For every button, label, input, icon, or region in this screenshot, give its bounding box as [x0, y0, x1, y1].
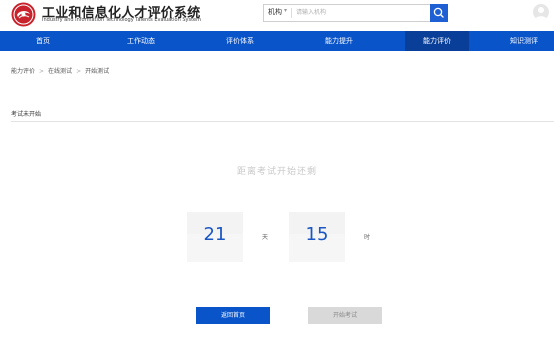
search-scope-select[interactable]: 机构 — [268, 7, 282, 17]
search-divider — [291, 8, 292, 18]
countdown-title: 距离考试开始还剩 — [236, 167, 317, 177]
person-icon — [535, 7, 547, 20]
search-input[interactable] — [294, 6, 428, 19]
breadcrumb-separator: > — [39, 68, 45, 75]
exam-status: 考试未开始 — [11, 111, 42, 118]
breadcrumb-item-online-test[interactable]: 在线测试 — [48, 68, 72, 75]
header: 工业和信息化人才评价系统 Industry and Information Te… — [0, 0, 554, 30]
page: 工业和信息化人才评价系统 Industry and Information Te… — [0, 0, 554, 347]
countdown-days-value: 21 — [203, 224, 227, 245]
logo-emblem[interactable] — [11, 2, 36, 27]
nav-item-knowledge[interactable]: 知识测评 — [494, 31, 554, 51]
countdown-days-unit: 天 — [262, 234, 269, 241]
search-box: 机构 ▾ — [263, 4, 431, 22]
countdown-days-box: 21 — [187, 212, 243, 262]
chevron-down-icon[interactable]: ▾ — [284, 7, 287, 14]
search-button[interactable] — [430, 4, 448, 22]
search-icon — [433, 7, 444, 18]
brand-subtitle: Industry and Information Technology Tale… — [42, 17, 201, 23]
nav-item-improve[interactable]: 能力提升 — [296, 31, 382, 51]
main-nav: 首页 工作动态 评价体系 能力提升 能力评价 知识测评 — [0, 31, 554, 51]
countdown-hours-value: 15 — [305, 224, 329, 245]
back-home-button[interactable]: 返回首页 — [196, 307, 270, 324]
breadcrumb: 能力评价 > 在线测试 > 开始测试 — [11, 66, 109, 75]
nav-item-system[interactable]: 评价体系 — [197, 31, 283, 51]
start-exam-button[interactable]: 开始考试 — [308, 307, 382, 324]
countdown-hours-box: 15 — [289, 212, 345, 262]
breadcrumb-item-start-test: 开始测试 — [85, 68, 110, 75]
nav-item-evaluation[interactable]: 能力评价 — [405, 31, 469, 51]
nav-item-home[interactable]: 首页 — [0, 31, 86, 51]
breadcrumb-item-evaluation[interactable]: 能力评价 — [11, 68, 35, 75]
countdown-hours-unit: 时 — [364, 234, 371, 241]
divider — [11, 121, 554, 122]
breadcrumb-separator: > — [76, 68, 82, 75]
user-avatar-icon[interactable] — [533, 4, 549, 20]
nav-item-news[interactable]: 工作动态 — [98, 31, 184, 51]
